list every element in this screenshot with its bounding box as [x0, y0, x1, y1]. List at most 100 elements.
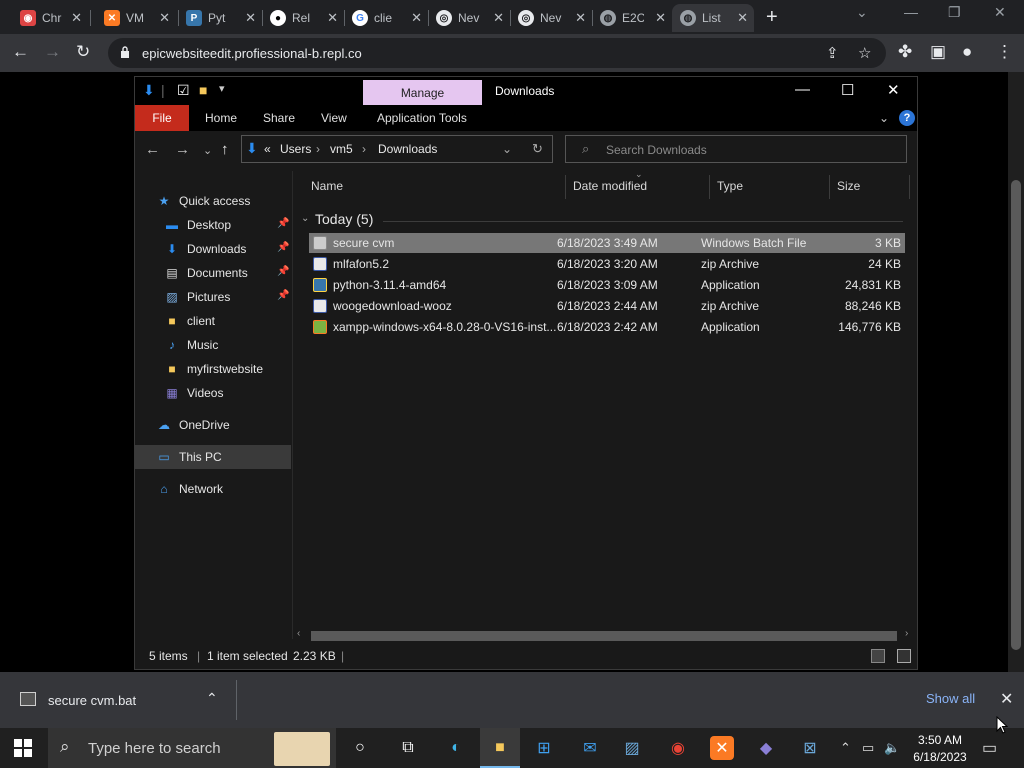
column-separator[interactable]: [709, 175, 710, 199]
show-all-link[interactable]: Show all: [926, 691, 975, 706]
details-view-icon[interactable]: [871, 649, 885, 663]
breadcrumb-downloads[interactable]: Downloads: [378, 142, 437, 156]
side-panel-icon[interactable]: ▣: [930, 42, 946, 62]
page-scroll-thumb[interactable]: [1011, 180, 1021, 650]
breadcrumb-chevron-icon[interactable]: ›: [362, 142, 366, 156]
nav-item-pictures[interactable]: ▨ Pictures 📌: [135, 285, 291, 309]
file-row[interactable]: mlfafon5.2 6/18/2023 3:20 AM zip Archive…: [309, 254, 905, 274]
pin-icon[interactable]: 📌: [277, 242, 289, 253]
forward-arrow-icon[interactable]: →: [175, 141, 190, 158]
profile-icon[interactable]: ●: [962, 42, 972, 62]
minimize-icon[interactable]: —: [795, 81, 810, 98]
ribbon-tab-file[interactable]: File: [135, 105, 189, 131]
browser-tab[interactable]: ◉ Chr ✕: [12, 4, 88, 32]
browser-tab[interactable]: ◍ E2C ✕: [592, 4, 672, 32]
share-icon[interactable]: ⇪: [826, 44, 839, 62]
menu-icon[interactable]: ⋮: [996, 42, 1013, 62]
group-collapse-icon[interactable]: ⌄: [301, 213, 309, 224]
close-icon[interactable]: ✕: [887, 81, 900, 99]
address-breadcrumb[interactable]: ⬇ « Users › vm5 › Downloads ⌄ ↻: [241, 135, 553, 163]
nav-item-documents[interactable]: ▤ Documents 📌: [135, 261, 291, 285]
column-separator[interactable]: [909, 175, 910, 199]
nav-item-client[interactable]: ■ client: [135, 309, 291, 333]
breadcrumb-overflow[interactable]: «: [264, 142, 271, 156]
chrome-icon[interactable]: ◉: [666, 736, 690, 760]
new-tab-button[interactable]: +: [766, 6, 778, 29]
windows-start-icon[interactable]: [14, 739, 32, 757]
close-window-icon[interactable]: ✕: [994, 4, 1006, 21]
nav-this-pc[interactable]: ▭ This PC: [135, 445, 291, 469]
taskbar-clock[interactable]: 3:50 AM 6/18/2023: [912, 732, 968, 766]
browser-tab[interactable]: ◎ Nev ✕: [510, 4, 592, 32]
nav-item-downloads[interactable]: ⬇ Downloads 📌: [135, 237, 291, 261]
browser-tab[interactable]: P Pyt ✕: [178, 4, 262, 32]
bookmark-star-icon[interactable]: ☆: [858, 44, 871, 62]
download-item[interactable]: secure cvm.bat ⌃: [0, 672, 236, 728]
ribbon-tab-home[interactable]: Home: [205, 111, 237, 125]
cortana-icon[interactable]: ○: [348, 736, 372, 760]
browser-tab[interactable]: ✕ VM ✕: [96, 4, 176, 32]
mail-icon[interactable]: ✉: [578, 736, 602, 760]
column-header-type[interactable]: Type: [717, 179, 743, 193]
pin-icon[interactable]: 📌: [277, 266, 289, 277]
back-arrow-icon[interactable]: ←: [12, 42, 29, 62]
column-separator[interactable]: [829, 175, 830, 199]
new-folder-icon[interactable]: ■: [199, 82, 207, 98]
refresh-icon[interactable]: ↻: [532, 141, 543, 157]
close-tab-icon[interactable]: ✕: [245, 10, 256, 26]
column-header-date[interactable]: Date modified: [573, 179, 647, 193]
file-row[interactable]: xampp-windows-x64-8.0.28-0-VS16-inst... …: [309, 317, 905, 337]
horizontal-scroll-thumb[interactable]: [311, 631, 897, 641]
manage-contextual-tab[interactable]: Manage: [363, 80, 482, 106]
properties-icon[interactable]: ☑: [177, 82, 190, 99]
up-arrow-icon[interactable]: ↑: [221, 141, 229, 158]
ribbon-tab-view[interactable]: View: [321, 111, 347, 125]
column-header-size[interactable]: Size: [837, 179, 860, 193]
breadcrumb-users[interactable]: Users: [280, 142, 311, 156]
pin-icon[interactable]: 📌: [277, 218, 289, 229]
help-icon[interactable]: ?: [899, 110, 915, 126]
nav-item-music[interactable]: ♪ Music: [135, 333, 291, 357]
xampp-icon[interactable]: ✕: [710, 736, 734, 760]
large-icons-view-icon[interactable]: [897, 649, 911, 663]
tray-overflow-chevron-icon[interactable]: ⌃: [840, 740, 851, 756]
file-row[interactable]: python-3.11.4-amd64 6/18/2023 3:09 AM Ap…: [309, 275, 905, 295]
close-tab-icon[interactable]: ✕: [493, 10, 504, 26]
nav-network[interactable]: ⌂ Network: [135, 477, 291, 501]
forward-arrow-icon[interactable]: →: [44, 42, 61, 62]
restore-icon[interactable]: ❐: [948, 4, 961, 21]
network-status-icon[interactable]: ▭: [862, 740, 874, 756]
visual-studio-icon[interactable]: ◆: [754, 736, 778, 760]
close-tab-icon[interactable]: ✕: [71, 10, 82, 26]
column-header-name[interactable]: Name: [311, 179, 343, 193]
group-header-today[interactable]: Today (5): [315, 211, 373, 227]
scroll-right-icon[interactable]: ›: [905, 628, 908, 639]
browser-tab[interactable]: ● Rel ✕: [262, 4, 344, 32]
tab-search-icon[interactable]: ⌄: [856, 4, 868, 21]
browser-tab-active[interactable]: ◍ List ✕: [672, 4, 754, 32]
ribbon-tab-share[interactable]: Share: [263, 111, 295, 125]
back-arrow-icon[interactable]: ←: [145, 141, 160, 158]
close-shelf-icon[interactable]: ✕: [1000, 689, 1013, 709]
breadcrumb-chevron-icon[interactable]: ›: [316, 142, 320, 156]
browser-tab[interactable]: G clie ✕: [344, 4, 428, 32]
reload-icon[interactable]: ↻: [76, 42, 90, 62]
ribbon-tab-application-tools[interactable]: Application Tools: [377, 111, 467, 125]
network-app-icon[interactable]: ⊠: [798, 736, 822, 760]
file-row[interactable]: secure cvm 6/18/2023 3:49 AM Windows Bat…: [309, 233, 905, 253]
column-separator[interactable]: [565, 175, 566, 199]
page-scrollbar[interactable]: [1008, 72, 1024, 672]
chevron-up-icon[interactable]: ⌃: [206, 690, 218, 707]
minimize-icon[interactable]: —: [904, 4, 918, 20]
nav-item-myfirstwebsite[interactable]: ■ myfirstwebsite: [135, 357, 291, 381]
ribbon-expand-chevron-icon[interactable]: ⌄: [879, 111, 889, 125]
scroll-left-icon[interactable]: ‹: [297, 628, 300, 639]
close-tab-icon[interactable]: ✕: [575, 10, 586, 26]
address-dropdown-icon[interactable]: ⌄: [502, 142, 512, 156]
task-view-icon[interactable]: ⧉: [396, 736, 420, 760]
breadcrumb-vm5[interactable]: vm5: [330, 142, 353, 156]
close-tab-icon[interactable]: ✕: [655, 10, 666, 26]
nav-onedrive[interactable]: ☁ OneDrive: [135, 413, 291, 437]
taskbar-explorer-active[interactable]: ■: [480, 728, 520, 768]
qat-dropdown-icon[interactable]: ▾: [219, 82, 225, 95]
